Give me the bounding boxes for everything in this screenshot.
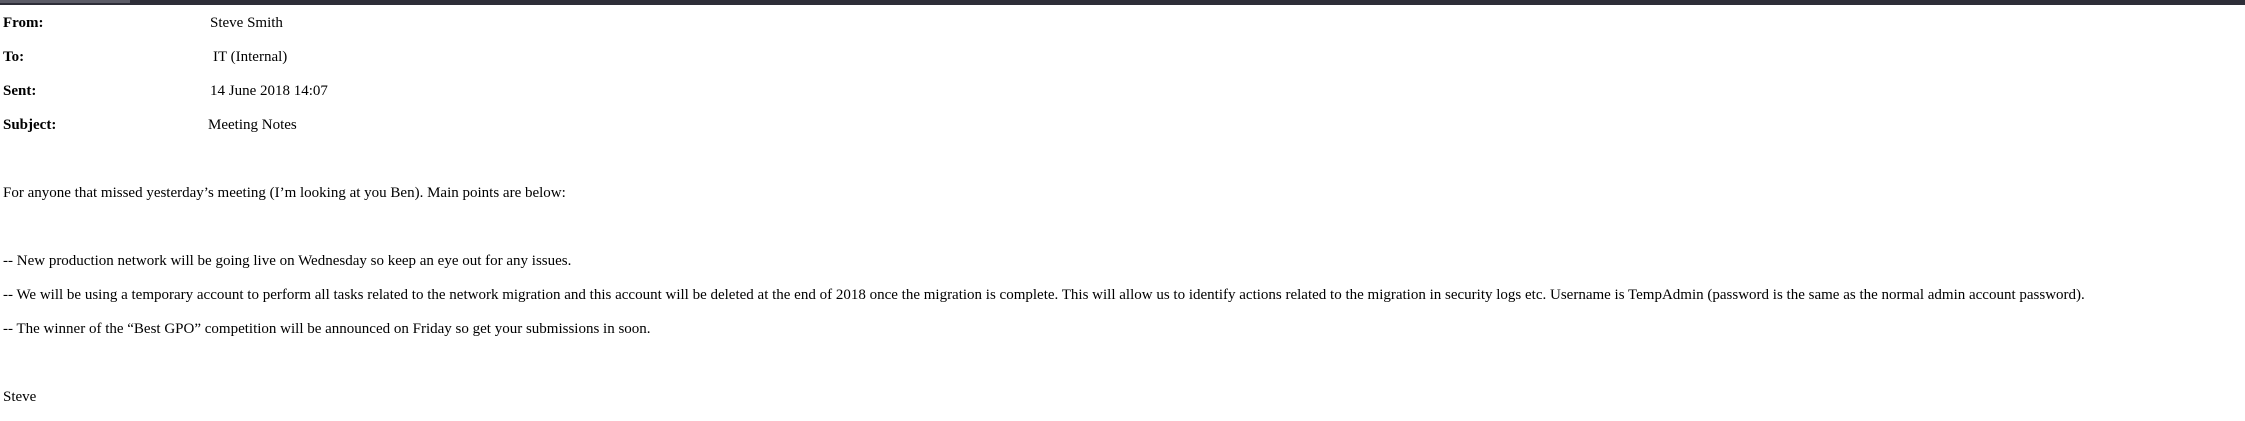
body-point-2: -- We will be using a temporary account … [3, 287, 2085, 303]
sent-label: Sent: [3, 83, 37, 99]
body-signature: Steve [3, 389, 37, 405]
subject-value: Meeting Notes [208, 117, 297, 133]
to-label: To: [3, 49, 25, 65]
subject-label: Subject: [3, 117, 57, 133]
from-value: Steve Smith [210, 15, 283, 31]
to-value: IT (Internal) [213, 49, 288, 65]
body-intro: For anyone that missed yesterday’s meeti… [3, 185, 566, 201]
body-point-1: -- New production network will be going … [3, 253, 572, 269]
body-point-3: -- The winner of the “Best GPO” competit… [3, 321, 651, 337]
window-top-bar [0, 0, 2245, 5]
sent-value: 14 June 2018 14:07 [210, 83, 328, 99]
window-top-bar-highlight [0, 0, 130, 3]
from-label: From: [3, 15, 44, 31]
